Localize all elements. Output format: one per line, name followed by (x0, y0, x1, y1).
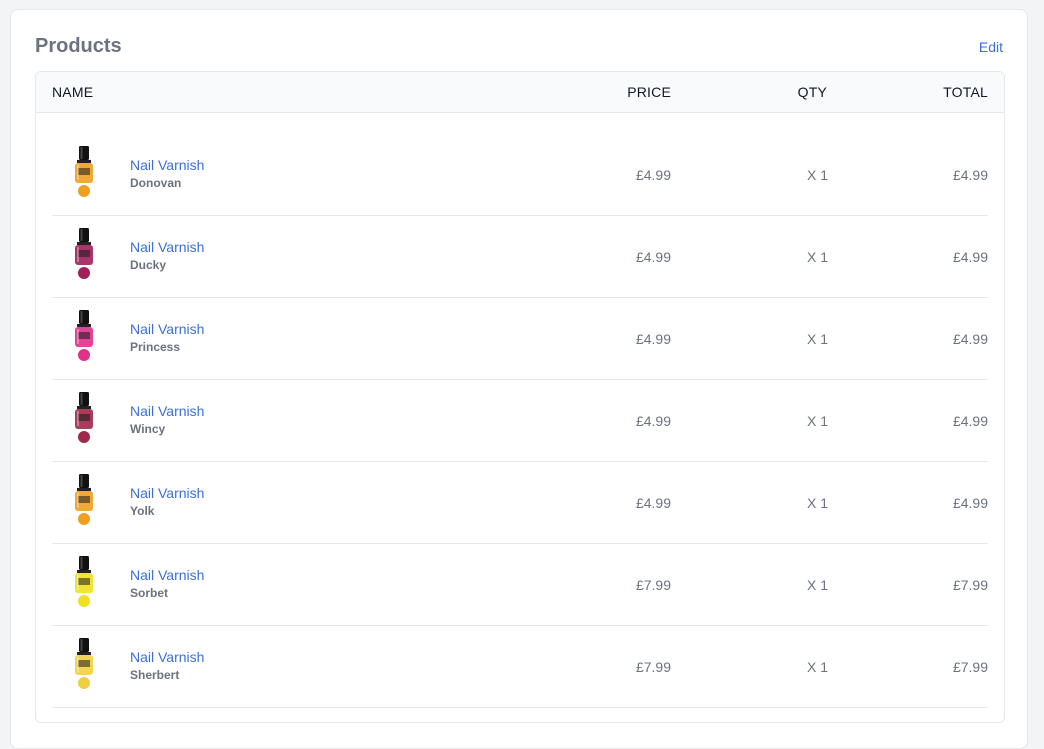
qty-cell: X 1 (806, 331, 828, 347)
product-variant: Sorbet (130, 586, 169, 600)
column-header-total: TOTAL (943, 84, 988, 100)
qty-cell: X 1 (806, 495, 828, 511)
price-cell: £7.99 (635, 659, 671, 675)
price-cell: £4.99 (635, 167, 671, 183)
nail-varnish-bottle-icon[interactable] (66, 638, 102, 694)
product-variant: Princess (130, 340, 181, 354)
total-cell: £4.99 (952, 249, 988, 265)
product-name-link[interactable]: Nail Varnish (130, 648, 204, 666)
nail-varnish-bottle-icon[interactable] (66, 392, 102, 448)
table-body: Nail Varnish Donovan £4.99 X 1 £4.99 Nai… (36, 113, 1004, 708)
table-row: Nail Varnish Ducky £4.99 X 1 £4.99 (52, 216, 988, 298)
total-cell: £4.99 (952, 413, 988, 429)
column-header-price: PRICE (627, 84, 671, 100)
total-cell: £4.99 (952, 495, 988, 511)
price-cell: £4.99 (635, 413, 671, 429)
product-name-link[interactable]: Nail Varnish (130, 484, 204, 502)
product-variant: Sherbert (130, 668, 180, 682)
qty-cell: X 1 (806, 413, 828, 429)
qty-cell: X 1 (806, 249, 828, 265)
table-row: Nail Varnish Wincy £4.99 X 1 £4.99 (52, 380, 988, 462)
price-cell: £4.99 (635, 249, 671, 265)
product-variant: Ducky (130, 258, 167, 272)
product-name-link[interactable]: Nail Varnish (130, 566, 204, 584)
qty-cell: X 1 (806, 167, 828, 183)
qty-cell: X 1 (806, 659, 828, 675)
column-header-qty: QTY (797, 84, 827, 100)
edit-link[interactable]: Edit (979, 38, 1003, 56)
table-row: Nail Varnish Donovan £4.99 X 1 £4.99 (52, 134, 988, 216)
nail-varnish-bottle-icon[interactable] (66, 146, 102, 202)
product-name-link[interactable]: Nail Varnish (130, 320, 204, 338)
total-cell: £4.99 (952, 331, 988, 347)
total-cell: £7.99 (952, 659, 988, 675)
product-name-link[interactable]: Nail Varnish (130, 156, 204, 174)
nail-varnish-bottle-icon[interactable] (66, 474, 102, 530)
product-name-link[interactable]: Nail Varnish (130, 238, 204, 256)
total-cell: £7.99 (952, 577, 988, 593)
product-variant: Donovan (130, 176, 182, 190)
price-cell: £7.99 (635, 577, 671, 593)
table-row: Nail Varnish Sherbert £7.99 X 1 £7.99 (52, 626, 988, 708)
nail-varnish-bottle-icon[interactable] (66, 556, 102, 612)
price-cell: £4.99 (635, 495, 671, 511)
table-row: Nail Varnish Sorbet £7.99 X 1 £7.99 (52, 544, 988, 626)
product-variant: Wincy (130, 422, 166, 436)
total-cell: £4.99 (952, 167, 988, 183)
table-header: NAME PRICE QTY TOTAL (36, 72, 1004, 113)
nail-varnish-bottle-icon[interactable] (66, 310, 102, 366)
qty-cell: X 1 (806, 577, 828, 593)
product-name-link[interactable]: Nail Varnish (130, 402, 204, 420)
products-table: NAME PRICE QTY TOTAL Nail Varnish Donova… (35, 71, 1005, 723)
table-row: Nail Varnish Princess £4.99 X 1 £4.99 (52, 298, 988, 380)
product-variant: Yolk (130, 504, 155, 518)
nail-varnish-bottle-icon[interactable] (66, 228, 102, 284)
column-header-name: NAME (52, 84, 94, 100)
table-row: Nail Varnish Yolk £4.99 X 1 £4.99 (52, 462, 988, 544)
products-card: Products Edit NAME PRICE QTY TOTAL Nail … (10, 9, 1028, 749)
card-title: Products (35, 35, 122, 57)
price-cell: £4.99 (635, 331, 671, 347)
